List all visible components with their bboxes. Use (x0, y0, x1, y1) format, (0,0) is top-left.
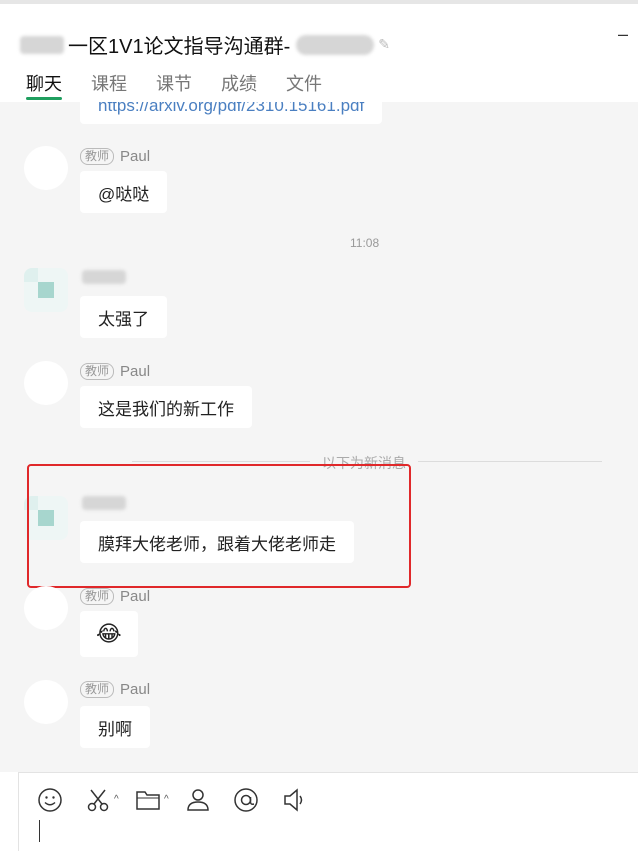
active-tab-indicator (26, 97, 62, 100)
tab-bar: 聊天 课程 课节 成绩 文件 (0, 62, 638, 103)
sender-name: Paul (120, 148, 151, 165)
message-text: 太强了 (98, 309, 149, 329)
message-link[interactable]: https://arxiv.org/pdf/2310.15161.pdf (98, 102, 364, 116)
emoji-icon[interactable] (36, 786, 64, 814)
top-border (0, 0, 638, 4)
avatar[interactable] (24, 268, 68, 312)
divider-line (132, 461, 310, 462)
sender-info: 教师 Paul (80, 363, 150, 380)
at-mention-icon[interactable] (232, 786, 260, 814)
avatar[interactable] (24, 586, 68, 630)
tab-grades[interactable]: 成绩 (221, 70, 257, 96)
avatar[interactable] (24, 680, 68, 724)
file-options-caret[interactable]: ^ (164, 794, 169, 805)
message-bubble[interactable]: 这是我们的新工作 (80, 386, 252, 428)
blurred-group-suffix (296, 34, 375, 55)
message-bubble[interactable]: 别啊 (80, 706, 150, 748)
sender-info: 教师 Paul (80, 148, 150, 165)
message-text: @哒哒 (98, 184, 150, 204)
sender-name: Paul (120, 363, 151, 380)
input-border (18, 772, 638, 773)
timestamp: 11:08 (350, 236, 380, 250)
text-cursor (39, 820, 40, 842)
chat-title-text: 一区1V1论文指导沟通群- (68, 36, 291, 58)
blurred-sender-name (82, 270, 126, 284)
message-text: 别啊 (98, 719, 132, 739)
chat-history[interactable]: https://arxiv.org/pdf/2310.15161.pdf 教师 … (0, 102, 638, 772)
divider-line (418, 461, 602, 462)
tab-lessons[interactable]: 课节 (156, 70, 192, 96)
sender-name: Paul (120, 681, 151, 698)
message-input-area[interactable]: ^ ^ (0, 772, 638, 851)
avatar[interactable] (24, 146, 68, 190)
input-border (18, 772, 19, 851)
role-badge: 教师 (80, 588, 115, 605)
message-bubble[interactable]: @哒哒 (80, 171, 168, 213)
screenshot-options-caret[interactable]: ^ (114, 794, 119, 805)
tab-files[interactable]: 文件 (286, 70, 322, 96)
message-bubble[interactable]: 😂 (80, 611, 138, 657)
tears-of-joy-emoji: 😂 (96, 621, 122, 646)
tab-chat[interactable]: 聊天 (26, 70, 62, 96)
edit-title-icon[interactable]: ✎ (378, 36, 390, 53)
avatar-mosaic (38, 282, 54, 298)
message-bubble[interactable]: 太强了 (80, 296, 167, 338)
sender-name: Paul (120, 588, 151, 605)
chat-title: 一区1V1论文指导沟通群- ✎ (20, 30, 390, 59)
folder-icon[interactable] (134, 786, 162, 814)
avatar[interactable] (24, 361, 68, 405)
highlight-annotation-box (27, 464, 411, 588)
role-badge: 教师 (80, 363, 115, 380)
speaker-icon[interactable] (280, 786, 308, 814)
sender-info: 教师 Paul (80, 588, 150, 605)
sender-info: 教师 Paul (80, 681, 150, 698)
tab-courses[interactable]: 课程 (91, 70, 127, 96)
contact-card-icon[interactable] (184, 786, 212, 814)
message-bubble-link[interactable]: https://arxiv.org/pdf/2310.15161.pdf (80, 102, 383, 124)
role-badge: 教师 (80, 148, 115, 165)
role-badge: 教师 (80, 681, 115, 698)
blurred-group-prefix (20, 35, 64, 54)
title-bar: 一区1V1论文指导沟通群- ✎ – (0, 0, 638, 62)
message-text: 这是我们的新工作 (98, 399, 234, 419)
minimize-button[interactable]: – (618, 24, 628, 45)
scissors-icon[interactable] (84, 786, 112, 814)
avatar-mosaic (24, 268, 38, 282)
